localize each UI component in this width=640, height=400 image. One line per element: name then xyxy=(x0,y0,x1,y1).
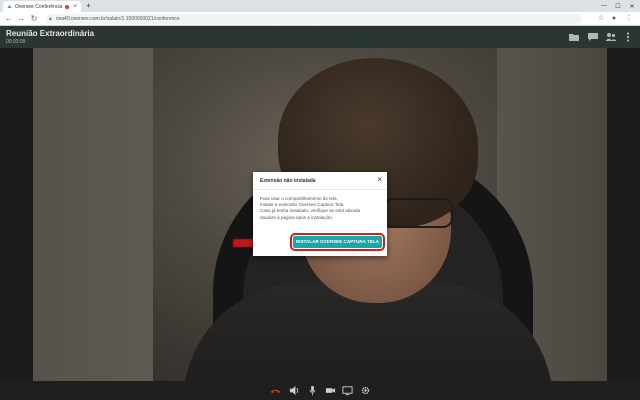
close-window-button[interactable]: ✕ xyxy=(625,0,639,12)
call-controls-bar xyxy=(0,381,640,400)
browser-menu-icon[interactable]: ⋮ xyxy=(624,14,634,24)
browser-tab[interactable]: Oversee Conferência × xyxy=(3,1,81,12)
tab-close-icon[interactable]: × xyxy=(73,4,77,10)
screen-share-icon[interactable] xyxy=(342,385,353,396)
forward-icon[interactable]: → xyxy=(16,14,26,24)
browser-toolbar: ← → ↻ 🔒︎ ova40.oversee.com.br/salato/1 1… xyxy=(0,12,640,26)
address-bar[interactable]: 🔒︎ ova40.oversee.com.br/salato/1 1500000… xyxy=(46,14,582,24)
extension-not-installed-dialog: Extensão não instalada × Para usar o com… xyxy=(253,172,387,256)
install-extension-button[interactable]: INSTALAR OVERSEE CAPTURA TELA xyxy=(290,233,385,251)
dialog-body: Para usar o compartilhamento de tela, In… xyxy=(253,190,387,221)
dialog-close-icon[interactable]: × xyxy=(377,176,382,184)
bookmark-star-icon[interactable]: ☆ xyxy=(596,14,606,24)
camera-icon[interactable] xyxy=(325,385,336,396)
maximize-button[interactable]: ☐ xyxy=(611,0,625,12)
lock-icon: 🔒︎ xyxy=(49,16,52,22)
dialog-header: Extensão não instalada × xyxy=(253,172,387,190)
participant-name: Davi Portella xyxy=(271,28,369,47)
mic-icon[interactable] xyxy=(307,385,318,396)
browser-tabstrip: Oversee Conferência × + — ☐ ✕ xyxy=(0,0,640,12)
account-icon[interactable]: ● xyxy=(609,14,619,24)
volume-icon[interactable] xyxy=(289,385,300,396)
tab-title: Oversee Conferência xyxy=(15,3,63,10)
url-text: ova40.oversee.com.br/salato/1 1500000021… xyxy=(56,16,180,22)
dialog-title: Extensão não instalada xyxy=(260,178,316,184)
dialog-text-line: atualize a página após a instalação. xyxy=(260,214,334,220)
hangup-icon[interactable] xyxy=(270,385,281,396)
video-background-left xyxy=(33,48,153,381)
video-person-glasses xyxy=(383,198,453,228)
oversee-favicon-icon xyxy=(7,5,12,8)
new-tab-button[interactable]: + xyxy=(86,1,91,11)
screen: Oversee Conferência × + — ☐ ✕ ← → ↻ 🔒︎ o… xyxy=(0,0,640,400)
recording-indicator-icon xyxy=(65,4,70,9)
back-icon[interactable]: ← xyxy=(4,14,14,24)
reload-icon[interactable]: ↻ xyxy=(29,14,39,24)
minimize-button[interactable]: — xyxy=(597,0,611,12)
settings-icon[interactable] xyxy=(360,385,371,396)
